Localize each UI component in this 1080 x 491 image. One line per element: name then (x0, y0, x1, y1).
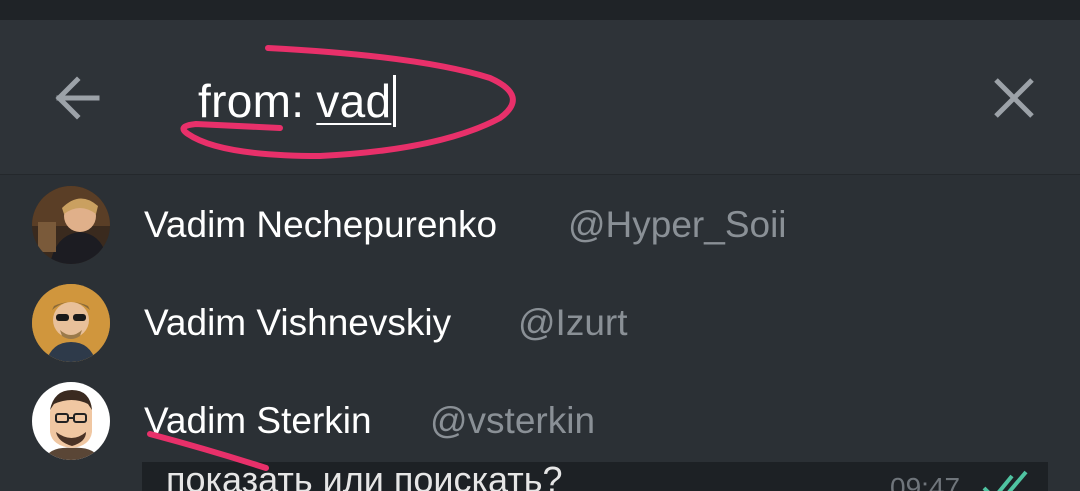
suggestion-item[interactable]: Vadim Nechepurenko @Hyper_Soii (0, 176, 1080, 274)
user-suggestions-list: Vadim Nechepurenko @Hyper_Soii Vadim Vis… (0, 176, 1080, 491)
close-icon (994, 78, 1034, 118)
suggestion-username: @vsterkin (430, 400, 596, 441)
message-time: 09:47 (890, 472, 961, 491)
suggestion-name: Vadim Vishnevskiy (144, 302, 452, 343)
suggestion-item[interactable]: Vadim Sterkin @vsterkin (0, 372, 1080, 470)
suggestion-username: @Hyper_Soii (568, 204, 787, 245)
double-check-icon (982, 470, 1028, 491)
avatar (32, 382, 110, 460)
suggestion-name: Vadim Nechepurenko (144, 204, 498, 245)
message-text: показать или поискать? (166, 462, 563, 491)
clear-search-button[interactable] (982, 66, 1046, 130)
suggestion-username: @Izurt (518, 302, 628, 343)
suggestion-name: Vadim Sterkin (144, 400, 372, 441)
search-input[interactable]: from: vad (198, 72, 798, 130)
search-screen: from: vad Vadim Nechepurenko @Hyper_Soii… (0, 0, 1080, 491)
avatar (32, 284, 110, 362)
arrow-left-icon (55, 76, 100, 120)
back-button[interactable] (42, 68, 112, 128)
avatar (32, 186, 110, 264)
text-caret (393, 75, 397, 127)
status-bar (0, 0, 1080, 20)
search-header: from: vad (0, 20, 1080, 175)
message-bubble: показать или поискать? 09:47 (142, 462, 1048, 491)
search-prefix: from: (198, 75, 305, 127)
search-query: vad (316, 75, 392, 127)
suggestion-item[interactable]: Vadim Vishnevskiy @Izurt (0, 274, 1080, 372)
